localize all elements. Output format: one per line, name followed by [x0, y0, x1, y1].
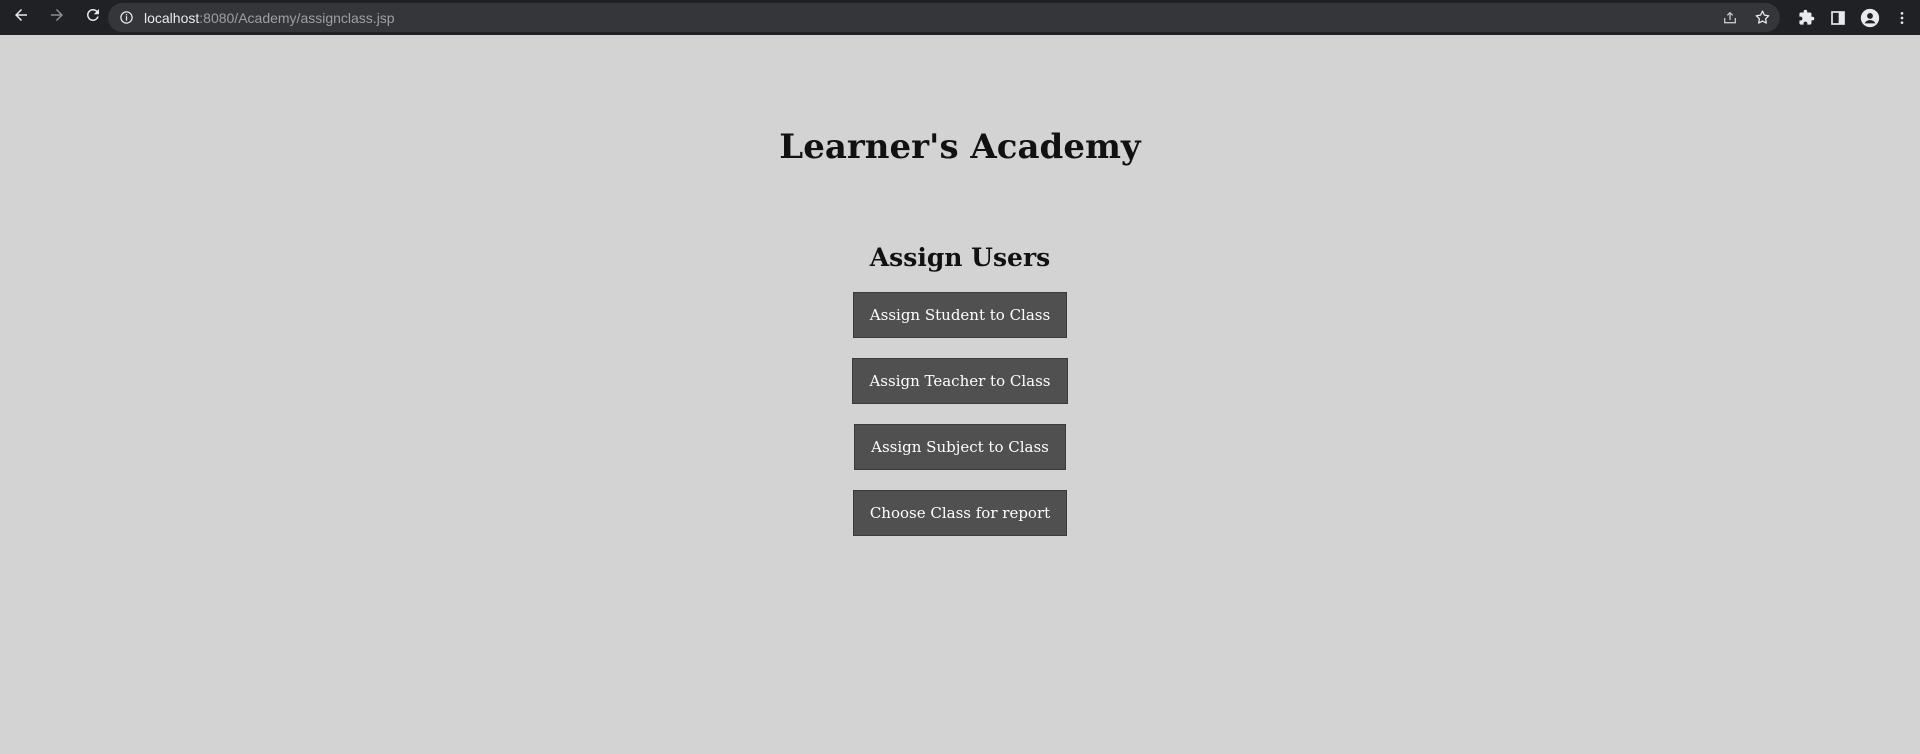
address-bar[interactable]: localhost:8080/Academy/assignclass.jsp: [108, 3, 1780, 32]
url-text[interactable]: localhost:8080/Academy/assignclass.jsp: [144, 10, 395, 26]
share-icon[interactable]: [1720, 8, 1740, 28]
info-icon[interactable]: [118, 10, 134, 26]
class-report-button[interactable]: Choose Class for report: [853, 490, 1067, 536]
assign-teacher-button[interactable]: Assign Teacher to Class: [852, 358, 1068, 404]
url-path: :8080/Academy/assignclass.jsp: [199, 9, 395, 26]
puzzle-icon[interactable]: [1796, 8, 1816, 28]
reload-button[interactable]: [78, 3, 108, 33]
url-host: localhost: [144, 9, 200, 26]
assign-student-button[interactable]: Assign Student to Class: [853, 292, 1067, 338]
reload-icon: [84, 6, 102, 29]
browser-actions: [1796, 0, 1912, 35]
browser-toolbar: localhost:8080/Academy/assignclass.jsp: [0, 0, 1920, 35]
back-button[interactable]: [6, 3, 36, 33]
kebab-menu-icon[interactable]: [1892, 8, 1912, 28]
forward-arrow-icon: [48, 6, 66, 29]
back-arrow-icon: [12, 6, 30, 29]
page-title: Learner's Academy: [779, 127, 1141, 167]
assign-subject-button[interactable]: Assign Subject to Class: [854, 424, 1066, 470]
side-panel-icon[interactable]: [1828, 8, 1848, 28]
omnibox-actions: [1720, 3, 1772, 32]
page-content: Learner's Academy Assign Users Assign St…: [0, 35, 1920, 754]
forward-button[interactable]: [42, 3, 72, 33]
star-icon[interactable]: [1752, 8, 1772, 28]
profile-icon[interactable]: [1860, 8, 1880, 28]
section-title: Assign Users: [869, 243, 1051, 272]
